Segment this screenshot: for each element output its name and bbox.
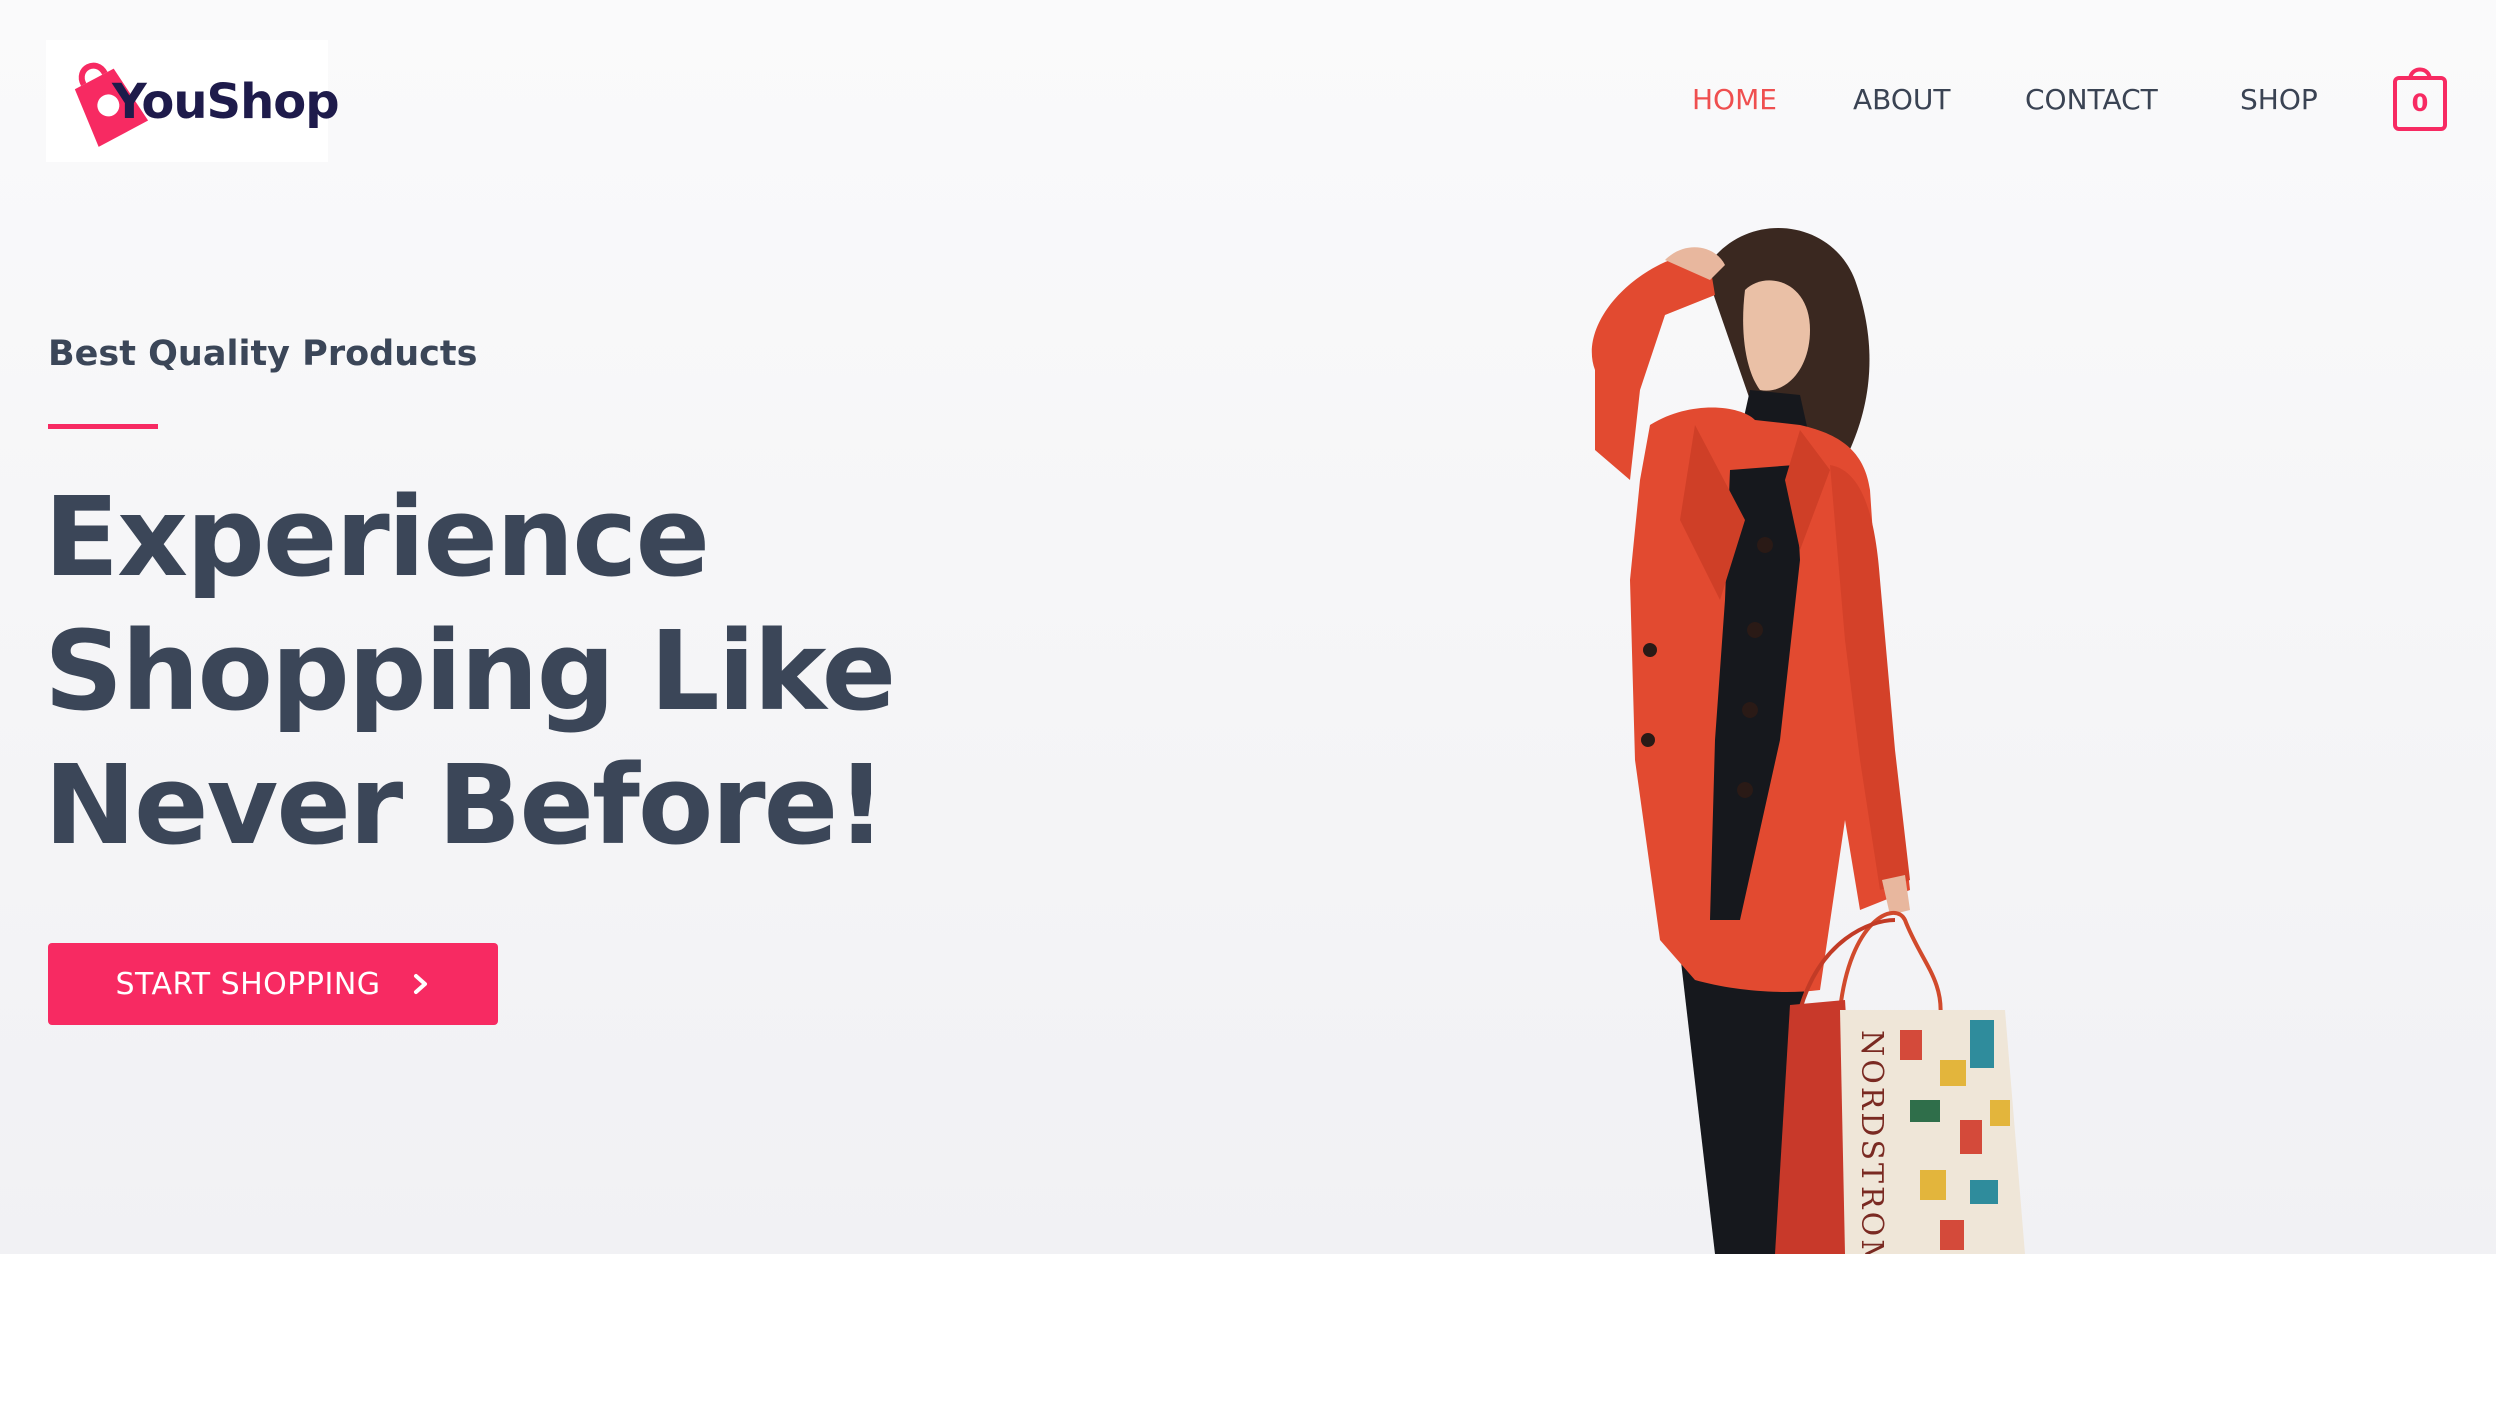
headline-line-3: Never Before! bbox=[44, 741, 886, 869]
nav-contact-link[interactable]: CONTACT bbox=[2025, 80, 2158, 120]
hero-headline: Experience Shopping Like Never Before! bbox=[44, 470, 1144, 872]
nav-home-link[interactable]: HOME bbox=[1692, 80, 1777, 120]
main-nav: HOME ABOUT CONTACT SHOP bbox=[0, 80, 2496, 120]
hero-eyebrow: Best Quality Products bbox=[48, 334, 478, 374]
bag-brand-text: NORDSTROM bbox=[1854, 1030, 1889, 1254]
chevron-right-icon bbox=[413, 974, 427, 994]
cart-button[interactable]: 0 bbox=[2392, 62, 2448, 132]
hero-section: YouShop HOME ABOUT CONTACT SHOP 0 Best Q… bbox=[0, 0, 2496, 1254]
page: YouShop HOME ABOUT CONTACT SHOP 0 Best Q… bbox=[0, 0, 2496, 1416]
accent-divider bbox=[48, 424, 158, 429]
nav-shop-link[interactable]: SHOP bbox=[2240, 80, 2318, 120]
start-shopping-label: START SHOPPING bbox=[115, 966, 381, 1002]
hero-model-image: NORDSTROM bbox=[1591, 227, 2025, 1254]
nav-about-link[interactable]: ABOUT bbox=[1853, 80, 1951, 120]
start-shopping-button[interactable]: START SHOPPING bbox=[48, 943, 498, 1025]
headline-line-1: Experience bbox=[44, 473, 710, 601]
cart-count-badge: 0 bbox=[2411, 89, 2429, 117]
headline-line-2: Shopping Like bbox=[44, 607, 896, 735]
